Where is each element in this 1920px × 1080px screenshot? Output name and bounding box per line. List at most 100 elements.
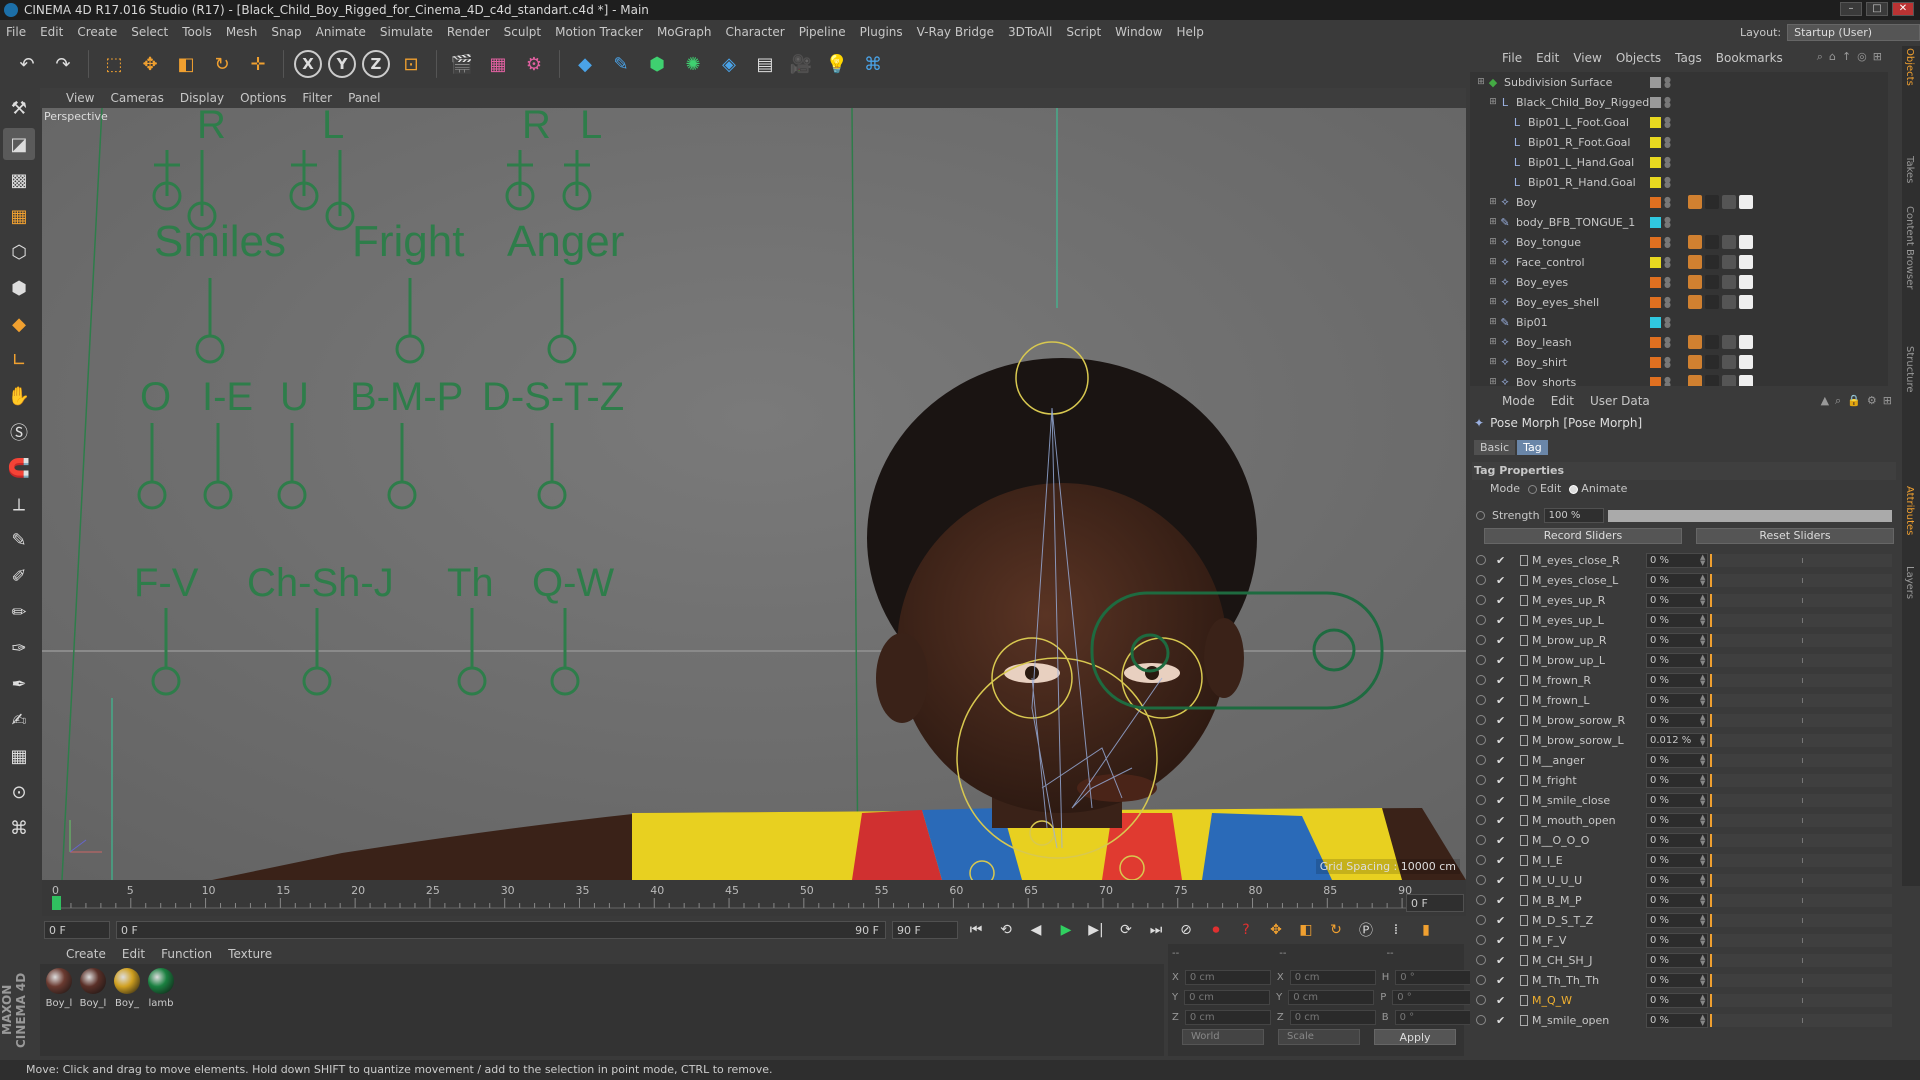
inflate-brush-icon[interactable]: ✍ [3, 704, 35, 736]
menu-help[interactable]: Help [1176, 25, 1203, 39]
layer-color-swatch[interactable] [1650, 356, 1661, 368]
morph-slider[interactable] [1710, 873, 1892, 887]
tab-tag[interactable]: Tag [1517, 440, 1548, 455]
z-axis-lock-icon[interactable]: Z [362, 50, 390, 78]
end-frame-field[interactable]: 90 F [892, 921, 958, 939]
morph-value-field[interactable]: 0 % [1646, 692, 1708, 708]
polygons-mode-icon[interactable]: ◆ [3, 308, 35, 340]
apply-button[interactable]: Apply [1374, 1029, 1456, 1045]
new-window-icon[interactable]: ⊞ [1873, 50, 1882, 64]
tag-icon[interactable] [1705, 235, 1719, 249]
record-sliders-button[interactable]: Record Sliders [1484, 528, 1682, 544]
key-rotation-icon[interactable]: ↻ [1324, 919, 1348, 941]
morph-slider[interactable] [1710, 593, 1892, 607]
layer-color-swatch[interactable] [1650, 196, 1661, 208]
layer-color-swatch[interactable] [1650, 216, 1661, 228]
layer-color-swatch[interactable] [1650, 116, 1661, 128]
expand-icon[interactable]: ⊞ [1488, 317, 1498, 327]
coord-value-field[interactable]: 0 ° [1394, 1010, 1481, 1025]
visibility-dots-icon[interactable]: ● ● [1664, 76, 1671, 89]
menu-plugins[interactable]: Plugins [860, 25, 903, 39]
object-row[interactable]: ⊞ ✎ body_BFB_TONGUE_1 ● ● [1470, 212, 1888, 232]
tag-icon[interactable] [1722, 275, 1736, 289]
settings-icon[interactable]: ⚙ [1867, 394, 1877, 408]
morph-value-field[interactable]: 0 % [1646, 832, 1708, 848]
reset-sliders-button[interactable]: Reset Sliders [1696, 528, 1894, 544]
visibility-dots-icon[interactable]: ● ● [1664, 316, 1671, 329]
strength-slider[interactable] [1607, 509, 1892, 522]
stepper-arrows-icon[interactable]: ▲ ▼ [1700, 694, 1705, 707]
tag-icon[interactable] [1688, 375, 1702, 386]
morph-value-field[interactable]: 0 % [1646, 992, 1708, 1008]
object-row[interactable]: ⊞ ⟡ Boy_shorts ● ● [1470, 372, 1888, 386]
expand-icon[interactable]: ⊞ [1488, 377, 1498, 386]
visibility-dots-icon[interactable]: ● ● [1664, 236, 1671, 249]
minimize-button[interactable]: – [1840, 2, 1862, 16]
stepper-arrows-icon[interactable]: ▲ ▼ [1700, 834, 1705, 847]
coord-value-field[interactable]: 0 ° [1395, 970, 1482, 985]
material-menu-edit[interactable]: Edit [122, 947, 145, 961]
morph-enable-checkbox[interactable]: ✔ [1496, 734, 1505, 747]
visibility-dots-icon[interactable]: ● ● [1664, 216, 1671, 229]
object-menu-objects[interactable]: Objects [1616, 51, 1661, 65]
morph-value-field[interactable]: 0 % [1646, 632, 1708, 648]
object-row[interactable]: ⊞ ⟡ Boy_tongue ● ● [1470, 232, 1888, 252]
morph-anim-icon[interactable] [1476, 555, 1486, 565]
stepper-arrows-icon[interactable]: ▲ ▼ [1700, 634, 1705, 647]
visibility-dots-icon[interactable]: ● ● [1664, 356, 1671, 369]
morph-anim-icon[interactable] [1476, 675, 1486, 685]
stepper-arrows-icon[interactable]: ▲ ▼ [1700, 854, 1705, 867]
morph-slider[interactable] [1710, 653, 1892, 667]
morph-anim-icon[interactable] [1476, 835, 1486, 845]
tag-icon[interactable] [1705, 375, 1719, 386]
add-object-icon[interactable]: ✛ [243, 49, 273, 79]
object-row[interactable]: ⊞ ✎ Bip01 ● ● [1470, 312, 1888, 332]
coord-size-dropdown[interactable]: Scale [1278, 1029, 1360, 1045]
morph-anim-icon[interactable] [1476, 655, 1486, 665]
stepper-arrows-icon[interactable]: ▲ ▼ [1700, 654, 1705, 667]
play-icon[interactable]: ▶ [1054, 919, 1078, 941]
render-picture-viewer-icon[interactable]: ▦ [483, 49, 513, 79]
menu-mesh[interactable]: Mesh [226, 25, 258, 39]
morph-enable-checkbox[interactable]: ✔ [1496, 654, 1505, 667]
morph-slider[interactable] [1710, 733, 1892, 747]
stepper-arrows-icon[interactable]: ▲ ▼ [1700, 594, 1705, 607]
menu-snap[interactable]: Snap [271, 25, 301, 39]
stepper-arrows-icon[interactable]: ▲ ▼ [1700, 874, 1705, 887]
tag-icon[interactable] [1739, 195, 1753, 209]
visibility-dots-icon[interactable]: ● ● [1664, 296, 1671, 309]
stepper-arrows-icon[interactable]: ▲ ▼ [1700, 734, 1705, 747]
coord-value-field[interactable]: 0 cm [1184, 1010, 1271, 1025]
layer-color-swatch[interactable] [1650, 96, 1661, 108]
new-window-icon[interactable]: ⊞ [1883, 394, 1892, 408]
light-icon[interactable]: 💡 [822, 49, 852, 79]
goto-end-icon[interactable]: ⏭ [1144, 919, 1168, 941]
object-row[interactable]: ⊞ ⟡ Boy_leash ● ● [1470, 332, 1888, 352]
menu-tools[interactable]: Tools [182, 25, 212, 39]
tag-icon[interactable] [1705, 255, 1719, 269]
morph-value-field[interactable]: 0 % [1646, 572, 1708, 588]
stepper-arrows-icon[interactable]: ▲ ▼ [1700, 974, 1705, 987]
grab-brush-icon[interactable]: ✑ [3, 632, 35, 664]
object-row[interactable]: ⊞ ⟡ Boy_eyes ● ● [1470, 272, 1888, 292]
morph-slider[interactable] [1710, 993, 1892, 1007]
object-menu-edit[interactable]: Edit [1536, 51, 1559, 65]
render-view-icon[interactable]: 🎬 [447, 49, 477, 79]
morph-slider[interactable] [1710, 913, 1892, 927]
tag-icon[interactable] [1722, 255, 1736, 269]
texture-mode-icon[interactable]: ▩ [3, 164, 35, 196]
morph-enable-checkbox[interactable]: ✔ [1496, 994, 1505, 1007]
tag-icon[interactable] [1705, 195, 1719, 209]
tag-icon[interactable] [1739, 375, 1753, 386]
menu-create[interactable]: Create [77, 25, 117, 39]
stepper-arrows-icon[interactable]: ▲ ▼ [1700, 754, 1705, 767]
morph-value-field[interactable]: 0 % [1646, 752, 1708, 768]
attribute-menu-mode[interactable]: Mode [1502, 394, 1535, 408]
viewport-menu-filter[interactable]: Filter [302, 91, 332, 105]
morph-value-field[interactable]: 0 % [1646, 912, 1708, 928]
morph-enable-checkbox[interactable]: ✔ [1496, 574, 1505, 587]
morph-enable-checkbox[interactable]: ✔ [1496, 554, 1505, 567]
morph-enable-checkbox[interactable]: ✔ [1496, 774, 1505, 787]
morph-slider[interactable] [1710, 773, 1892, 787]
menu-file[interactable]: File [6, 25, 26, 39]
